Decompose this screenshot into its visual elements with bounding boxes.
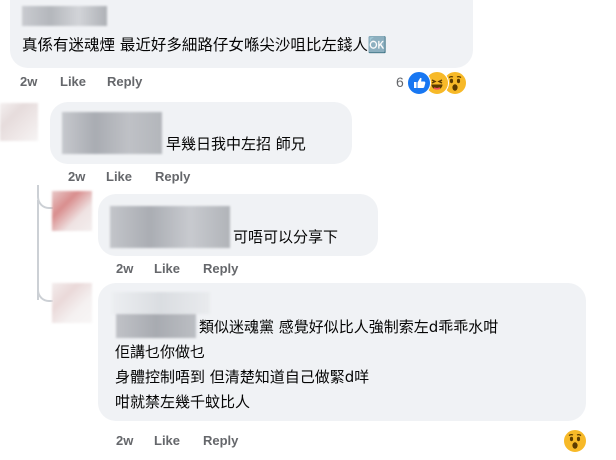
author-name-blurred xyxy=(116,314,196,338)
comment-text: 真係有迷魂煙 最近好多細路仔女喺尖沙咀比左錢人🆗 xyxy=(22,36,388,54)
comment-text-line: 類似迷魂黨 感覺好似比人強制索左d乖乖水咁 xyxy=(199,318,499,336)
reply-button[interactable]: Reply xyxy=(203,261,238,276)
author-name-blurred xyxy=(22,6,107,26)
comment-time[interactable]: 2w xyxy=(116,433,133,448)
reactions-summary[interactable]: 6 xyxy=(396,70,476,96)
like-icon xyxy=(407,71,431,95)
reply-button[interactable]: Reply xyxy=(107,74,142,89)
like-button[interactable]: Like xyxy=(154,261,180,276)
comment-text: 可唔可以分享下 xyxy=(233,228,339,246)
wow-icon[interactable] xyxy=(563,429,587,453)
author-name-blurred xyxy=(112,292,210,314)
like-button[interactable]: Like xyxy=(106,169,132,184)
reaction-count: 6 xyxy=(396,74,404,90)
comment-text: 早幾日我中左招 師兄 xyxy=(166,135,306,153)
like-button[interactable]: Like xyxy=(154,433,180,448)
comment-time[interactable]: 2w xyxy=(116,261,133,276)
author-name-blurred xyxy=(62,112,162,154)
comment-text-line: 身體控制唔到 但清楚知道自己做緊d咩 xyxy=(115,368,370,386)
comment-text-line: 咁就禁左幾千蚊比人 xyxy=(115,393,251,411)
like-button[interactable]: Like xyxy=(60,74,86,89)
comment-text-line: 佢講乜你做乜 xyxy=(115,343,206,361)
comment-time[interactable]: 2w xyxy=(20,74,37,89)
reply-button[interactable]: Reply xyxy=(203,433,238,448)
reply-button[interactable]: Reply xyxy=(155,169,190,184)
author-name-blurred xyxy=(110,206,230,248)
avatar[interactable] xyxy=(52,283,92,323)
avatar[interactable] xyxy=(0,103,38,141)
avatar[interactable] xyxy=(52,191,92,231)
comment-time[interactable]: 2w xyxy=(68,169,85,184)
